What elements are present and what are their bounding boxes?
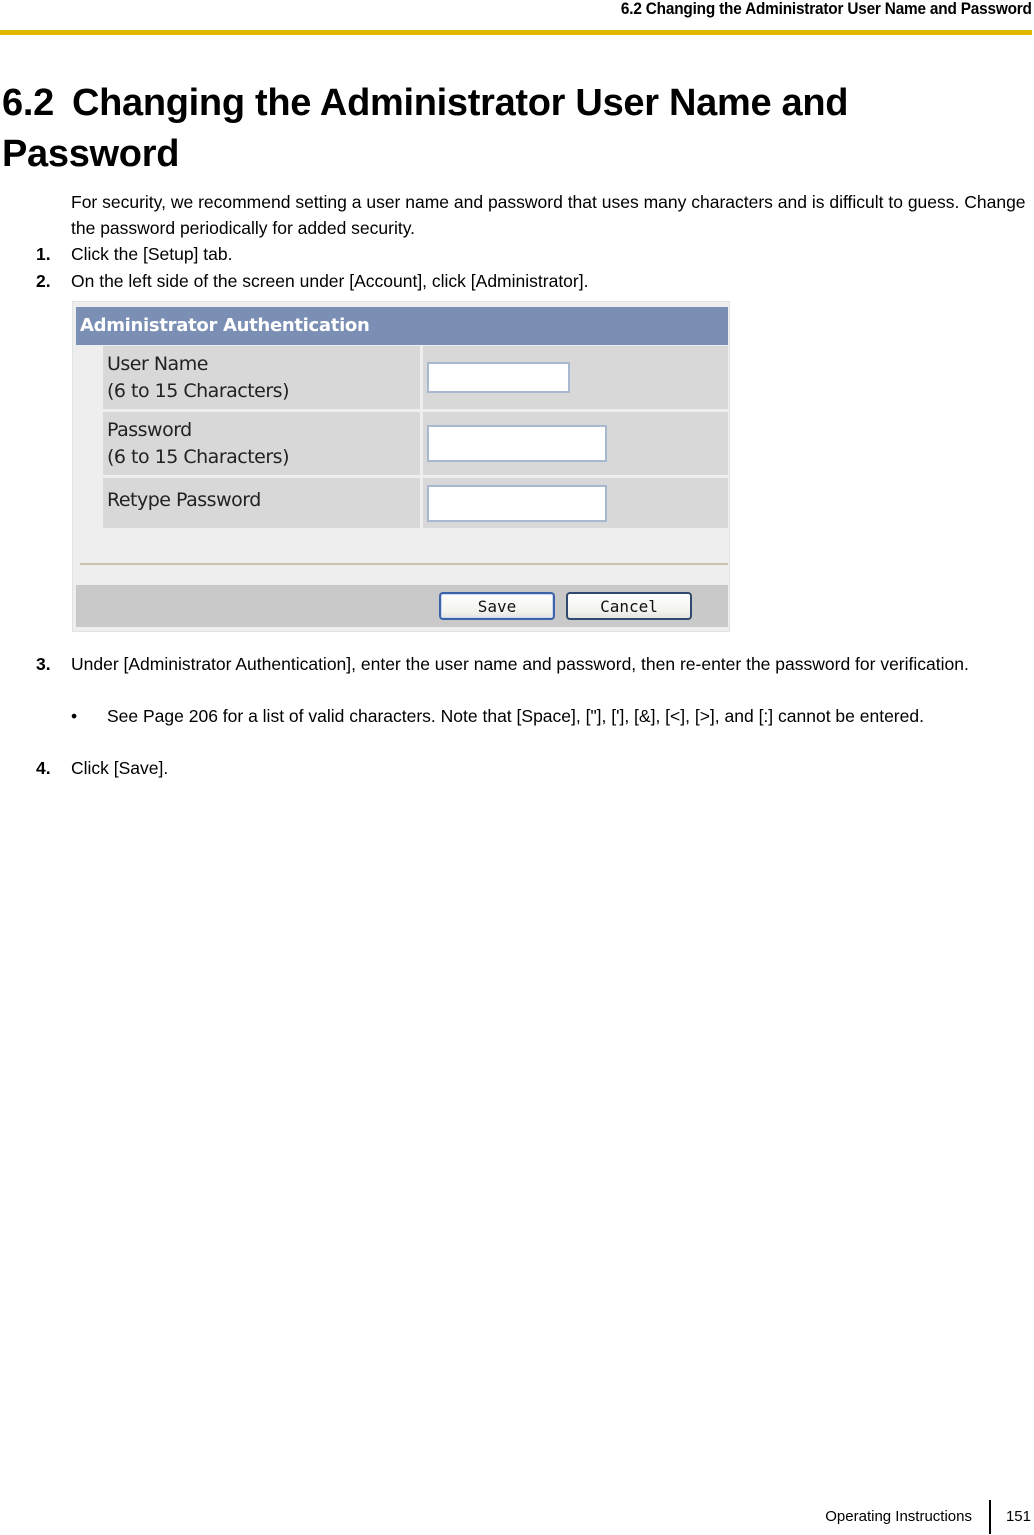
password-input[interactable] <box>427 425 607 462</box>
label-hint: (6 to 15 Characters) <box>107 446 290 468</box>
step-3: 3. Under [Administrator Authentication],… <box>36 651 1031 677</box>
footer-separator <box>989 1500 991 1534</box>
bullet-icon: • <box>71 706 78 726</box>
step-number: 2. <box>36 271 51 291</box>
password-row: Password (6 to 15 Characters) <box>103 412 728 475</box>
password-label: Password (6 to 15 Characters) <box>103 412 420 475</box>
user-name-cell <box>423 346 728 409</box>
cancel-button[interactable]: Cancel <box>566 592 692 620</box>
step-number: 3. <box>36 654 51 674</box>
save-button[interactable]: Save <box>439 592 555 620</box>
section-title: 6.2 Changing the Administrator User Name … <box>2 78 1022 180</box>
retype-password-cell <box>423 478 728 528</box>
user-name-input[interactable] <box>427 362 570 393</box>
panel-header: Administrator Authentication <box>76 307 728 345</box>
running-header: 6.2 Changing the Administrator User Name… <box>621 0 1032 18</box>
step-text: Click the [Setup] tab. <box>71 244 233 264</box>
step-2: 2. On the left side of the screen under … <box>36 268 1031 294</box>
retype-password-label: Retype Password <box>103 478 420 528</box>
label-hint: (6 to 15 Characters) <box>107 380 290 402</box>
label-line: Retype Password <box>107 489 261 511</box>
step-4: 4. Click [Save]. <box>36 755 1031 781</box>
label-line: Password <box>107 419 192 441</box>
step-1: 1. Click the [Setup] tab. <box>36 241 1031 267</box>
step-3-note: • See Page 206 for a list of valid chara… <box>71 703 1031 729</box>
user-name-label: User Name (6 to 15 Characters) <box>103 346 420 409</box>
step-text: Click [Save]. <box>71 758 169 778</box>
password-cell <box>423 412 728 475</box>
admin-auth-screenshot: Administrator Authentication User Name (… <box>72 301 730 632</box>
panel-divider <box>80 563 728 565</box>
intro-paragraph: For security, we recommend setting a use… <box>71 192 1026 238</box>
step-number: 4. <box>36 758 51 778</box>
label-line: User Name <box>107 353 208 375</box>
header-rule <box>0 30 1032 35</box>
step-number: 1. <box>36 244 51 264</box>
step-text: Under [Administrator Authentication], en… <box>71 654 969 674</box>
section-number: 6.2 <box>2 82 54 124</box>
section-title-text: Changing the Administrator User Name and… <box>2 82 849 175</box>
panel-footer: Save Cancel <box>76 585 728 627</box>
retype-password-row: Retype Password <box>103 478 728 528</box>
page-number: 151 <box>1005 1508 1031 1525</box>
user-name-row: User Name (6 to 15 Characters) <box>103 346 728 409</box>
step-text: On the left side of the screen under [Ac… <box>71 271 589 291</box>
retype-password-input[interactable] <box>427 485 607 522</box>
footer-doc-label: Operating Instructions <box>825 1508 972 1525</box>
note-text: See Page 206 for a list of valid charact… <box>107 706 924 726</box>
